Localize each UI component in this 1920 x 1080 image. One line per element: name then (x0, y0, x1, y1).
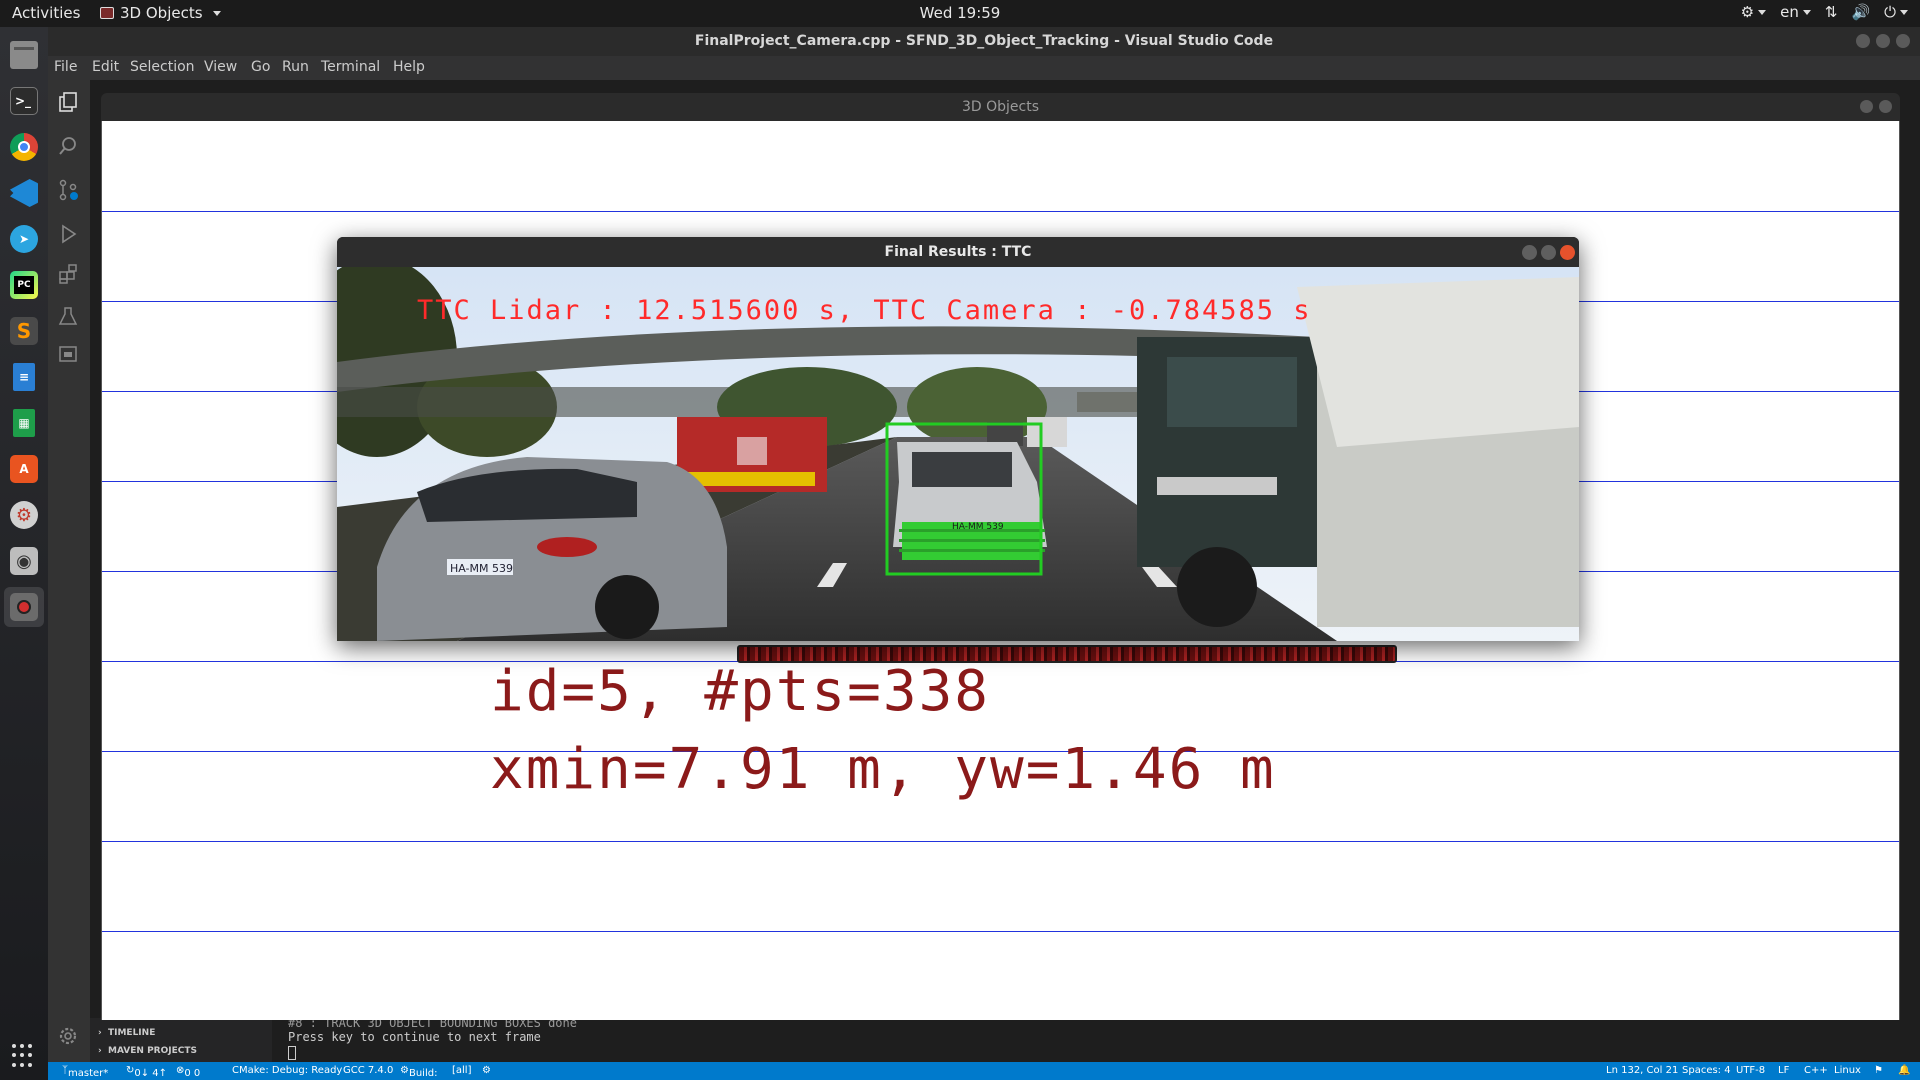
build-button[interactable]: ⚙ Build: (400, 1065, 437, 1079)
status-bar: ᛉ master* ↻ 0↓ 4↑ ⊗ 0 0 CMake: Debug: Re… (48, 1062, 1920, 1080)
activity-bar (48, 80, 90, 1062)
minimize-icon[interactable] (1522, 245, 1537, 260)
language-indicator[interactable]: en (1780, 3, 1811, 21)
objects-window-title: 3D Objects (101, 93, 1900, 121)
system-tray: ⚙ en ⇅ 🔊 ⏻ (1741, 3, 1908, 21)
writer-app-icon[interactable]: ≡ (4, 357, 44, 397)
compiler-status[interactable]: GCC 7.4.0 (343, 1065, 393, 1076)
menu-file[interactable]: File (54, 59, 77, 75)
eol-status[interactable]: LF (1778, 1065, 1789, 1076)
app-menu-icon (100, 7, 114, 19)
manage-gear-icon[interactable] (56, 1024, 80, 1048)
telegram-app-icon[interactable]: ➤ (4, 219, 44, 259)
editor-minimap-strip (1900, 80, 1920, 1016)
final-results-title: Final Results : TTC (337, 237, 1579, 267)
close-icon[interactable] (1560, 245, 1575, 260)
terminal-cursor (288, 1046, 296, 1060)
feedback-icon[interactable]: ⚑ (1874, 1065, 1883, 1076)
menu-edit[interactable]: Edit (92, 59, 119, 75)
sublime-text-app-icon[interactable]: S (4, 311, 44, 351)
timeline-section[interactable]: › TIMELINE (98, 1028, 155, 1038)
branch-status[interactable]: ᛉ master* (62, 1065, 108, 1079)
settings-app-icon[interactable]: ⚙ (4, 495, 44, 535)
software-center-app-icon[interactable]: A (4, 449, 44, 489)
menu-run[interactable]: Run (282, 59, 309, 75)
maximize-icon[interactable] (1541, 245, 1556, 260)
accessibility-icon[interactable]: ⚙ (1741, 3, 1767, 21)
remote-explorer-icon[interactable] (56, 342, 80, 366)
problems-status[interactable]: ⊗ 0 0 (176, 1065, 200, 1079)
show-applications-icon[interactable] (12, 1044, 36, 1068)
distance-grid-line (102, 211, 1899, 212)
explorer-icon[interactable] (56, 90, 80, 114)
sync-status[interactable]: ↻ 0↓ 4↑ (126, 1065, 167, 1079)
calc-app-icon[interactable]: ▦ (4, 403, 44, 443)
license-plate-center: HA-MM 539 (952, 522, 1004, 532)
menu-selection[interactable]: Selection (130, 59, 195, 75)
camera-frame-image: HA-MM 539 HA-MM 539 TTC Lidar: 12.51560… (337, 267, 1579, 641)
power-icon[interactable]: ⏻ (1884, 3, 1908, 21)
activities-button[interactable]: Activities (12, 4, 80, 22)
license-plate-left: HA-MM 539 (450, 562, 513, 575)
maven-projects-section[interactable]: › MAVEN PROJECTS (98, 1046, 197, 1056)
volume-icon[interactable]: 🔊 (1851, 3, 1870, 21)
notifications-icon[interactable]: 🔔 (1898, 1065, 1910, 1076)
vscode-window-title: FinalProject_Camera.cpp - SFND_3D_Object… (48, 27, 1920, 56)
distance-grid-line (102, 931, 1899, 932)
final-results-window: Final Results : TTC HA-MM 539 HA-MM 539 … (337, 237, 1579, 641)
close-icon[interactable] (1879, 100, 1892, 113)
app-menu-label: 3D Objects (120, 4, 203, 22)
chrome-app-icon[interactable] (4, 127, 44, 167)
menu-go[interactable]: Go (251, 59, 270, 75)
terminal-line: Press key to continue to next frame (288, 1030, 541, 1044)
minimize-icon[interactable] (1856, 34, 1870, 48)
vscode-menu-bar: File Edit Selection View Go Run Terminal… (48, 56, 1920, 80)
pycharm-app-icon[interactable]: PC (4, 265, 44, 305)
app-menu[interactable]: 3D Objects (100, 4, 221, 22)
build-target[interactable]: [all] (452, 1065, 472, 1076)
object-distance-label: xmin=7.91 m, yw=1.46 m (490, 737, 1276, 802)
cmake-status[interactable]: CMake: Debug: Ready (232, 1065, 342, 1076)
menu-help[interactable]: Help (393, 59, 425, 75)
encoding-status[interactable]: UTF-8 (1736, 1065, 1765, 1076)
object-id-label: id=5, #pts=338 (490, 659, 991, 724)
integrated-terminal[interactable]: #8 : TRACK 3D OBJECT BOUNDING BOXES done… (272, 1016, 1920, 1062)
sidebar-collapsed-sections: › TIMELINE › MAVEN PROJECTS (90, 1018, 272, 1062)
vscode-window-controls (1856, 34, 1910, 48)
network-icon[interactable]: ⇅ (1825, 3, 1838, 21)
platform-status[interactable]: Linux (1834, 1065, 1861, 1076)
minimize-icon[interactable] (1860, 100, 1873, 113)
terminal-app-icon[interactable]: >_ (4, 81, 44, 121)
menu-terminal[interactable]: Terminal (321, 59, 380, 75)
language-mode[interactable]: C++ (1804, 1065, 1828, 1076)
extensions-icon[interactable] (56, 262, 80, 286)
chevron-down-icon (212, 10, 221, 16)
indentation-status[interactable]: Spaces: 4 (1682, 1065, 1731, 1076)
screen-recorder-app-icon[interactable] (4, 587, 44, 627)
menu-view[interactable]: View (204, 59, 237, 75)
clock[interactable]: Wed 19:59 (0, 4, 1920, 22)
files-app-icon[interactable] (4, 35, 44, 75)
search-icon[interactable] (56, 134, 80, 158)
run-debug-icon[interactable] (56, 222, 80, 246)
close-icon[interactable] (1896, 34, 1910, 48)
testing-icon[interactable] (56, 304, 80, 328)
distance-grid-line (102, 841, 1899, 842)
camera-app-icon[interactable]: ◉ (4, 541, 44, 581)
maximize-icon[interactable] (1876, 34, 1890, 48)
dock: >_ ➤ PC S ≡ ▦ A ⚙ ◉ (0, 27, 48, 1080)
ttc-readout: TTC Lidar : 12.515600 s, TTC Camera : -0… (417, 295, 1312, 326)
debug-icon[interactable]: ⚙ (482, 1065, 491, 1076)
system-top-bar: Activities 3D Objects Wed 19:59 ⚙ en ⇅ 🔊… (0, 0, 1920, 27)
vscode-app-icon[interactable] (4, 173, 44, 213)
objects-window-controls (1860, 100, 1892, 113)
cursor-position[interactable]: Ln 132, Col 21 (1606, 1065, 1678, 1076)
source-control-icon[interactable] (56, 178, 80, 202)
